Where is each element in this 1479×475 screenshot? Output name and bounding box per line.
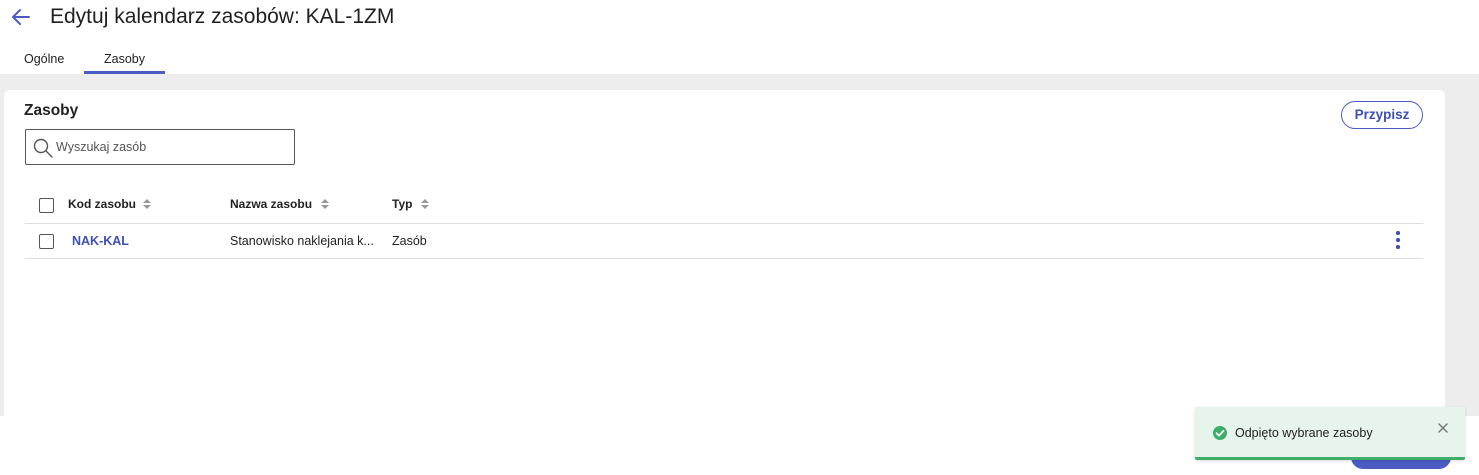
page-header: Edytuj kalendarz zasobów: KAL-1ZM Ogólne… xyxy=(0,0,1479,74)
search-input[interactable] xyxy=(56,137,286,157)
table-divider xyxy=(25,223,1423,224)
check-circle-icon xyxy=(1213,426,1227,440)
toast-notification: Odpięto wybrane zasoby xyxy=(1195,407,1465,460)
column-header-type[interactable]: Typ xyxy=(392,197,412,211)
resources-panel: Zasoby Przypisz Kod zasobu Nazwa zasobu … xyxy=(4,90,1445,420)
search-box xyxy=(25,129,295,165)
resource-name: Stanowisko naklejania k... xyxy=(230,234,374,248)
panel-title: Zasoby xyxy=(24,102,79,119)
select-all-checkbox[interactable] xyxy=(39,198,54,213)
tab-general[interactable]: Ogólne xyxy=(24,52,64,74)
resource-code-link[interactable]: NAK-KAL xyxy=(72,234,129,248)
sort-icon[interactable] xyxy=(420,198,430,210)
column-header-name[interactable]: Nazwa zasobu xyxy=(230,197,312,211)
assign-button[interactable]: Przypisz xyxy=(1341,101,1423,129)
table-divider xyxy=(25,258,1423,259)
column-header-code[interactable]: Kod zasobu xyxy=(68,197,136,211)
sort-icon[interactable] xyxy=(142,198,152,210)
toast-message: Odpięto wybrane zasoby xyxy=(1235,426,1373,440)
more-options-icon[interactable] xyxy=(1393,231,1403,251)
sort-icon[interactable] xyxy=(320,198,330,210)
row-checkbox[interactable] xyxy=(39,234,54,249)
arrow-left-icon[interactable] xyxy=(10,6,32,28)
tab-resources[interactable]: Zasoby xyxy=(84,52,165,74)
search-icon xyxy=(33,138,53,158)
page-title: Edytuj kalendarz zasobów: KAL-1ZM xyxy=(50,5,395,28)
close-icon[interactable] xyxy=(1436,421,1450,435)
resource-type: Zasób xyxy=(392,234,427,248)
